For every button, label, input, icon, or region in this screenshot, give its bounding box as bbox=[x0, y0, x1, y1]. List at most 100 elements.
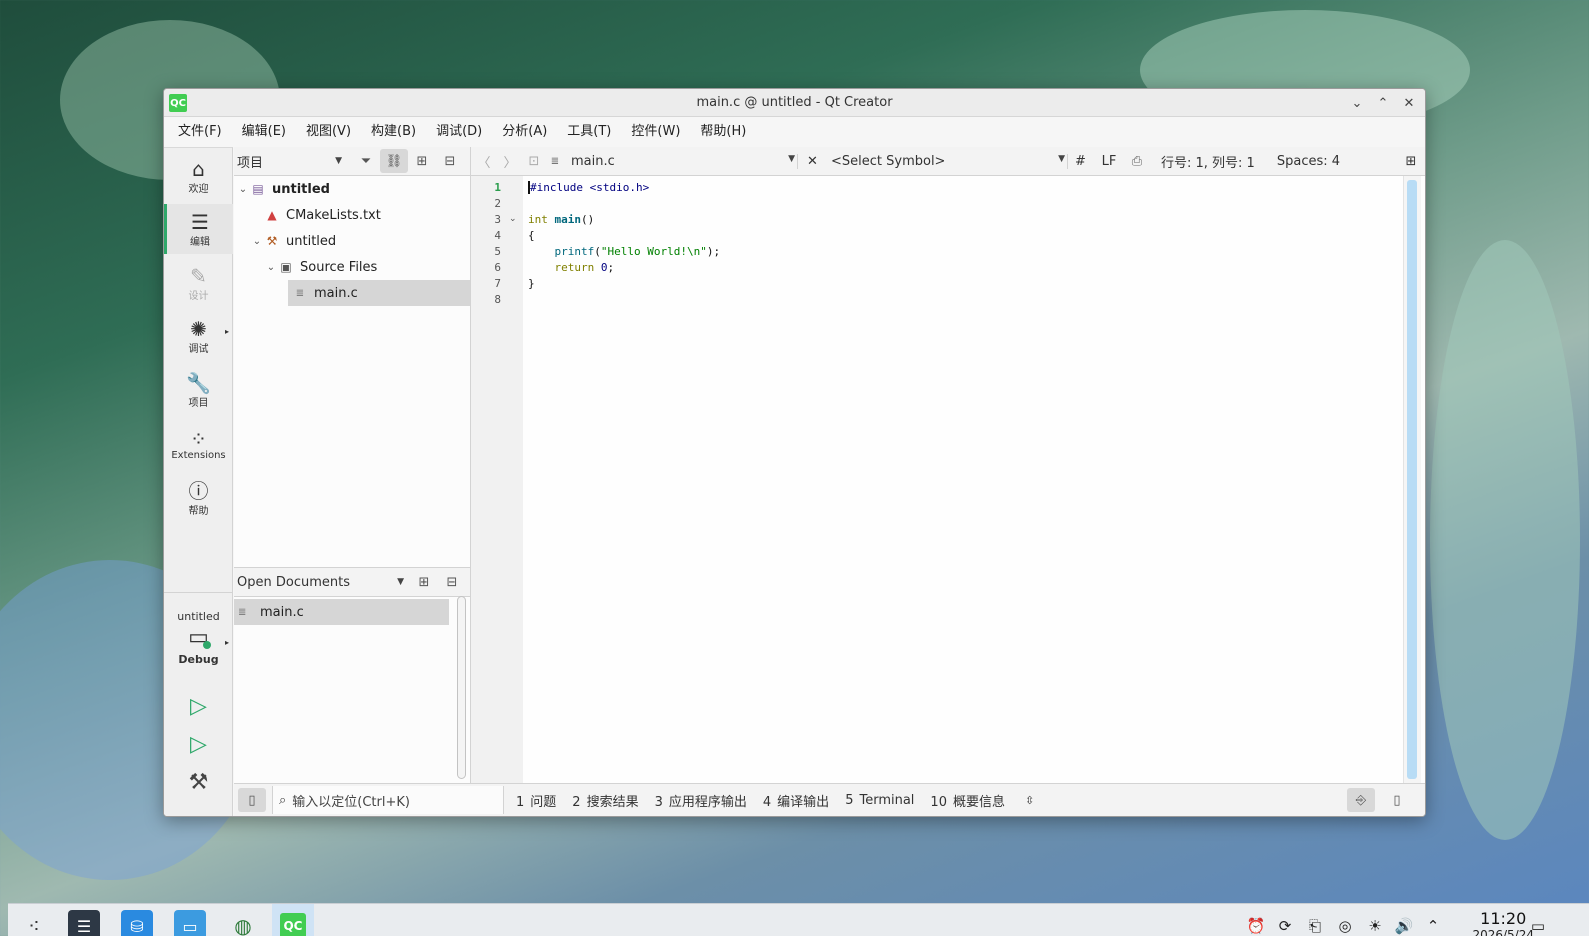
fold-chevron-icon[interactable]: ⌄ bbox=[509, 214, 517, 224]
menu-debug[interactable]: 调试(D) bbox=[426, 117, 492, 147]
file-encoding-icon[interactable]: ⎙ bbox=[1125, 154, 1149, 169]
tree-item-main-c[interactable]: ≣ main.c bbox=[288, 280, 470, 306]
view-selector[interactable]: 项目 ▼ bbox=[236, 150, 344, 172]
output-tab-issues[interactable]: 1 问题 bbox=[508, 791, 564, 810]
lock-icon[interactable]: ⊡ bbox=[523, 154, 545, 169]
debug-run-icon[interactable]: ▷ bbox=[164, 726, 233, 762]
cursor-position[interactable]: 行号: 1, 列号: 1 bbox=[1149, 152, 1267, 171]
mode-edit[interactable]: ☰ 编辑 bbox=[164, 204, 233, 254]
notification-icon[interactable]: ⏰ bbox=[1245, 915, 1267, 936]
link-icon[interactable]: ⛓ bbox=[380, 149, 408, 173]
collapse-icon[interactable]: ⊟ bbox=[438, 570, 466, 594]
mode-welcome[interactable]: ⌂ 欢迎 bbox=[164, 151, 233, 201]
symbol-selector-label: <Select Symbol> bbox=[831, 153, 946, 169]
bug-icon: ✺ bbox=[190, 316, 207, 341]
kit-selector[interactable]: untitled ▭ Debug ▸ bbox=[164, 598, 233, 678]
show-desktop-icon[interactable]: ▭ bbox=[1527, 915, 1549, 936]
mode-projects[interactable]: 🔧 项目 bbox=[164, 365, 233, 415]
close-document-icon[interactable]: ✕ bbox=[797, 153, 827, 169]
editor-scrollbar[interactable] bbox=[1407, 180, 1417, 779]
mode-label: 项目 bbox=[188, 397, 209, 409]
output-tab-terminal[interactable]: 5 Terminal bbox=[837, 793, 922, 808]
dropdown-caret-icon: ▼ bbox=[788, 153, 795, 164]
line-ending-button[interactable]: LF bbox=[1093, 154, 1125, 169]
split-add-icon[interactable]: ⊞ bbox=[410, 570, 438, 594]
split-add-icon[interactable]: ⊞ bbox=[408, 149, 436, 173]
help-icon: ⓘ bbox=[188, 478, 209, 503]
mode-debug[interactable]: ✺ 调试 ▸ bbox=[164, 311, 233, 361]
tree-item-source-files[interactable]: ⌄ ▣ Source Files bbox=[234, 254, 470, 280]
qt-creator-task[interactable]: QC bbox=[272, 904, 314, 936]
more-tabs-icon[interactable]: ⇳ bbox=[1025, 794, 1034, 807]
brightness-icon[interactable]: ☀ bbox=[1364, 915, 1386, 936]
monitor-icon: ▭ bbox=[188, 625, 211, 650]
locator-input[interactable]: ⌕ 输入以定位(Ctrl+K) bbox=[272, 786, 504, 814]
minimize-button[interactable]: ⌄ bbox=[1347, 93, 1367, 113]
menu-tools[interactable]: 工具(T) bbox=[557, 117, 621, 147]
menu-analyze[interactable]: 分析(A) bbox=[492, 117, 557, 147]
launcher-icon[interactable]: ⁖ bbox=[18, 910, 50, 936]
indentation-setting[interactable]: Spaces: 4 bbox=[1267, 154, 1350, 169]
file-manager-icon[interactable]: ▭ bbox=[174, 910, 206, 936]
output-pane-toggle-icon[interactable]: ⎆ bbox=[1347, 788, 1375, 812]
editor-toolbar: 〈 〉 ⊡ ≣ main.c ▼ ✕ <Select Symbol> ▼ # L… bbox=[471, 147, 1425, 176]
kit-build-config: Debug bbox=[178, 653, 219, 666]
mode-help[interactable]: ⓘ 帮助 bbox=[164, 473, 233, 523]
menu-build[interactable]: 构建(B) bbox=[361, 117, 426, 147]
menu-window[interactable]: 控件(W) bbox=[621, 117, 690, 147]
mode-design[interactable]: ✎ 设计 bbox=[164, 258, 233, 308]
open-documents-scrollbar[interactable] bbox=[457, 596, 466, 779]
project-pane: 项目 ▼ ⏷ ⛓ ⊞ ⊟ ⌄ ▤ untitled ▲ CMakeLists.t… bbox=[234, 147, 471, 567]
split-editor-icon[interactable]: ⊞ bbox=[1397, 154, 1425, 169]
menu-view[interactable]: 视图(V) bbox=[296, 117, 361, 147]
output-tab-search-results[interactable]: 2 搜索结果 bbox=[564, 791, 646, 810]
menu-file[interactable]: 文件(F) bbox=[168, 117, 232, 147]
symbol-selector[interactable]: <Select Symbol> ▼ bbox=[827, 154, 1067, 169]
tree-item-cmakelists[interactable]: ▲ CMakeLists.txt bbox=[234, 202, 470, 228]
line-number: 2 bbox=[494, 197, 501, 210]
filter-icon[interactable]: ⏷ bbox=[352, 149, 380, 173]
update-icon[interactable]: ⟳ bbox=[1274, 915, 1296, 936]
tree-item-project[interactable]: ⌄ ▤ untitled bbox=[234, 176, 470, 202]
code-line-6: return 0; bbox=[554, 261, 615, 274]
close-button[interactable]: ✕ bbox=[1399, 93, 1419, 113]
clipboard-icon[interactable]: ⎗ bbox=[1304, 915, 1326, 936]
output-pane-bar: ▯ ⌕ 输入以定位(Ctrl+K) 1 问题 2 搜索结果 3 应用程序输出 4 编译输… bbox=[234, 783, 1425, 816]
right-sidebar-toggle-icon[interactable]: ▯ bbox=[1383, 788, 1411, 812]
maximize-button[interactable]: ⌃ bbox=[1373, 93, 1393, 113]
code-line-1: #include <stdio.h> bbox=[528, 181, 650, 194]
collapse-icon[interactable]: ⊟ bbox=[436, 149, 464, 173]
line-number: 6 bbox=[494, 261, 501, 274]
back-icon[interactable]: 〈 bbox=[471, 152, 497, 171]
c-file-icon: ≣ bbox=[238, 606, 247, 618]
mode-label: 欢迎 bbox=[188, 183, 209, 195]
browser-icon[interactable]: ◍ bbox=[227, 910, 259, 936]
clock[interactable]: 11:20 2026/5/24 bbox=[1472, 910, 1534, 936]
system-settings-icon[interactable]: ☰ bbox=[68, 910, 100, 936]
output-tab-general-messages[interactable]: 10 概要信息 bbox=[922, 791, 1013, 810]
c-file-icon: ≣ bbox=[295, 287, 305, 299]
volume-icon[interactable]: 🔊 bbox=[1393, 915, 1415, 936]
tray-expand-icon[interactable]: ⌃ bbox=[1422, 915, 1444, 936]
menu-help[interactable]: 帮助(H) bbox=[690, 117, 756, 147]
open-document-label: main.c bbox=[260, 604, 304, 620]
wallpaper-shape bbox=[1430, 240, 1580, 840]
c-file-icon: ≣ bbox=[550, 155, 560, 167]
mode-extensions[interactable]: ⁘ Extensions bbox=[164, 419, 233, 469]
file-selector[interactable]: main.c ▼ bbox=[565, 154, 797, 169]
titlebar[interactable]: QC main.c @ untitled - Qt Creator ⌄ ⌃ ✕ bbox=[164, 89, 1425, 117]
output-tab-application-output[interactable]: 3 应用程序输出 bbox=[647, 791, 755, 810]
run-icon[interactable]: ▷ bbox=[164, 688, 233, 724]
menu-edit[interactable]: 编辑(E) bbox=[232, 117, 296, 147]
open-document-item[interactable]: ≣ main.c bbox=[234, 599, 449, 625]
build-hammer-icon[interactable]: ⚒ bbox=[164, 764, 233, 800]
app-store-icon[interactable]: ⛁ bbox=[121, 910, 153, 936]
disk-icon[interactable]: ◎ bbox=[1334, 915, 1356, 936]
open-documents-selector[interactable]: Open Documents ▼ bbox=[236, 571, 406, 593]
hash-button[interactable]: # bbox=[1067, 153, 1093, 169]
tree-item-target[interactable]: ⌄ ⚒ untitled bbox=[234, 228, 470, 254]
forward-icon[interactable]: 〉 bbox=[497, 152, 523, 171]
output-tab-compile-output[interactable]: 4 编译输出 bbox=[755, 791, 837, 810]
toggle-sidebar-icon[interactable]: ▯ bbox=[238, 788, 266, 812]
code-editor[interactable]: 1 2 3 4 5 6 7 8 ⌄ #include <stdio.h> int… bbox=[471, 176, 1425, 783]
